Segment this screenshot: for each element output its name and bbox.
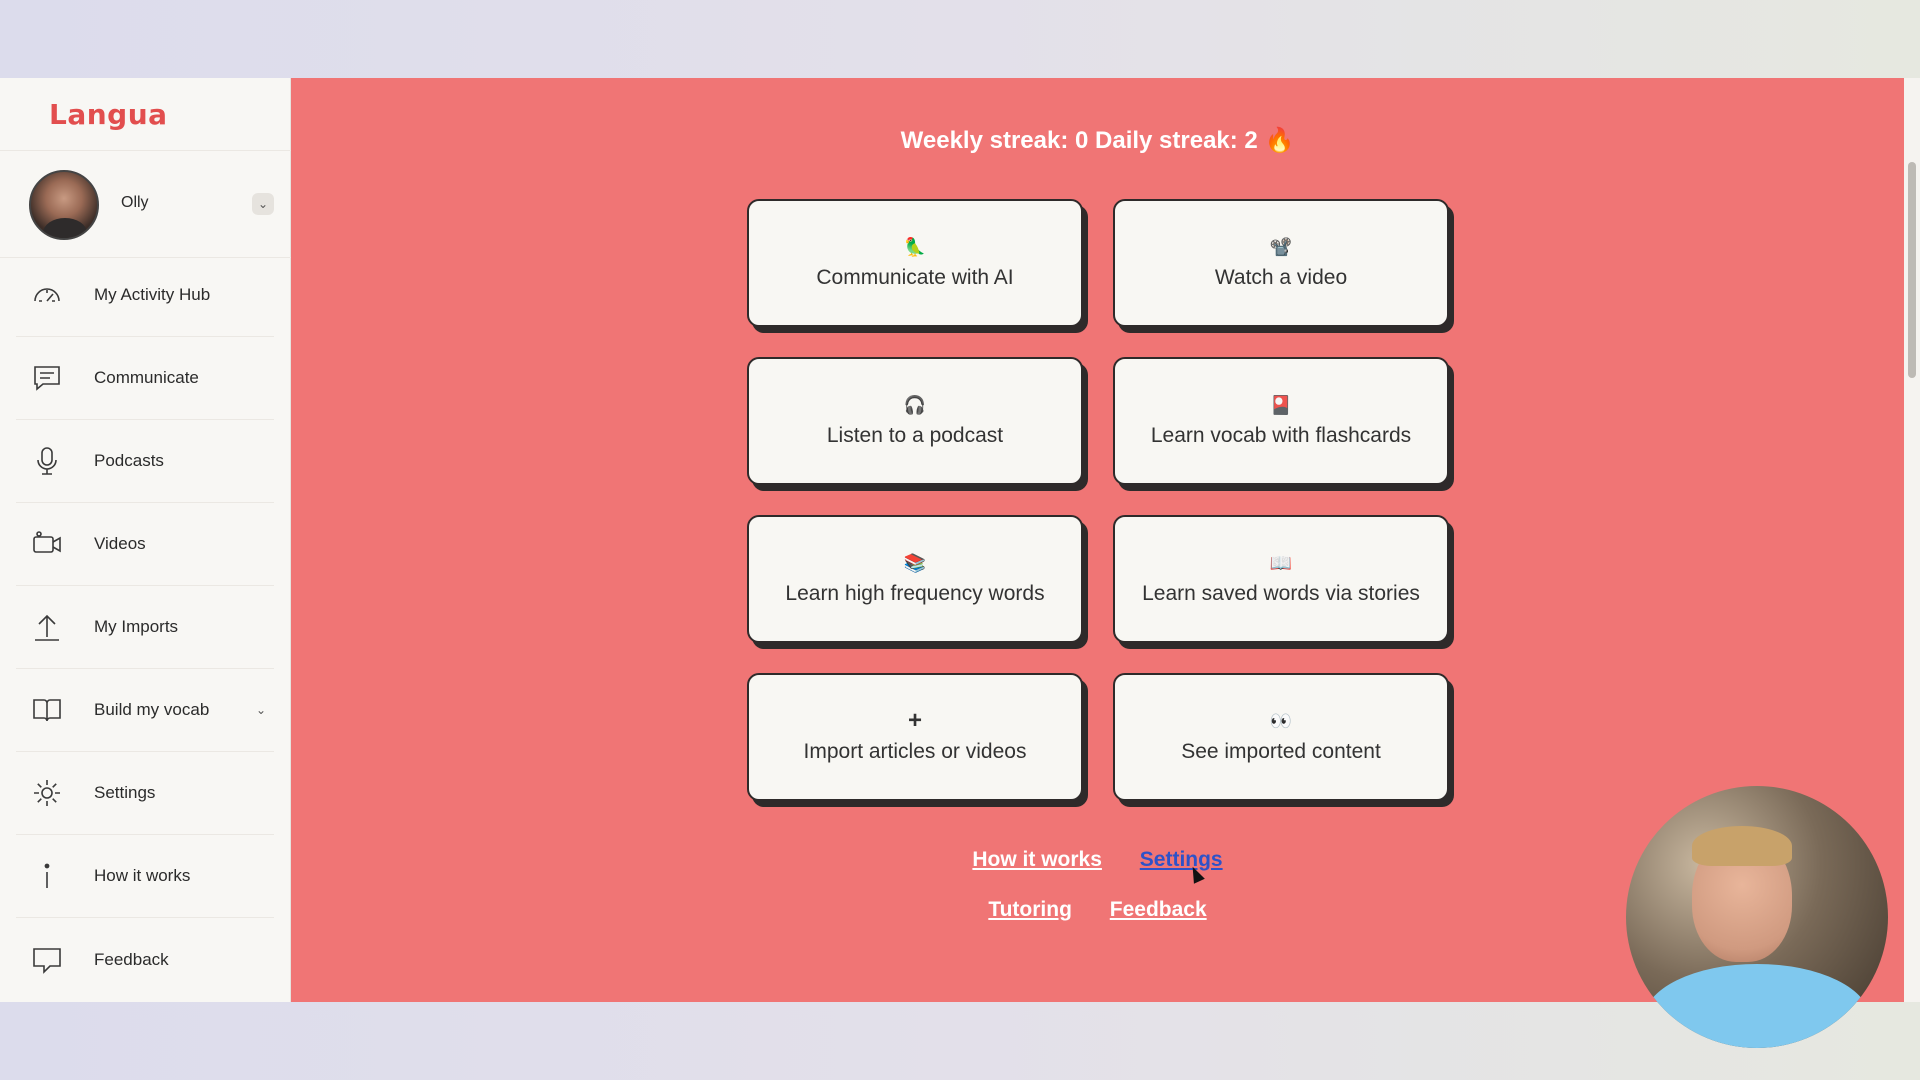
webcam-person-hair (1692, 826, 1792, 866)
saved-words-stories-card[interactable]: 📖 Learn saved words via stories (1113, 515, 1449, 643)
film-projector-icon: 📽️ (1269, 237, 1293, 257)
card-label: See imported content (1181, 740, 1381, 763)
watch-a-video-card[interactable]: 📽️ Watch a video (1113, 199, 1449, 327)
sidebar-item-videos[interactable]: Videos (16, 503, 274, 586)
chat-icon (30, 361, 64, 395)
sidebar-nav: My Activity Hub Communicate Podcasts Vid… (16, 254, 274, 1001)
app-window: Langua Olly ⌄ My Activity Hub Communicat… (0, 78, 1920, 1002)
see-imported-content-card[interactable]: 👀 See imported content (1113, 673, 1449, 801)
card-label: Learn vocab with flashcards (1150, 424, 1412, 447)
feedback-link[interactable]: Feedback (1110, 898, 1207, 921)
tutoring-link[interactable]: Tutoring (988, 898, 1072, 921)
book-icon (30, 693, 64, 727)
card-label: Listen to a podcast (826, 424, 1004, 447)
eyes-icon: 👀 (1269, 711, 1293, 731)
sidebar-item-feedback[interactable]: Feedback (16, 918, 274, 1001)
sidebar-item-how-it-works[interactable]: How it works (16, 835, 274, 918)
info-icon (30, 859, 64, 893)
card-label: Watch a video (1214, 266, 1348, 289)
sidebar-item-communicate[interactable]: Communicate (16, 337, 274, 420)
scrollbar-thumb[interactable] (1908, 162, 1916, 378)
webcam-person-shirt (1644, 964, 1870, 1048)
high-frequency-words-card[interactable]: 📚 Learn high frequency words (747, 515, 1083, 643)
avatar[interactable] (29, 170, 99, 240)
sidebar-item-label: Settings (94, 783, 156, 802)
books-icon: 📚 (903, 553, 927, 573)
chevron-down-icon[interactable]: ⌄ (256, 703, 266, 717)
sidebar-item-label: My Activity Hub (94, 285, 211, 304)
card-label: Import articles or videos (803, 740, 1027, 763)
listen-to-a-podcast-card[interactable]: 🎧 Listen to a podcast (747, 357, 1083, 485)
open-book-icon: 📖 (1269, 553, 1293, 573)
gear-icon (30, 776, 64, 810)
sidebar-item-label: Build my vocab (94, 700, 210, 719)
sidebar-item-build-my-vocab[interactable]: Build my vocab ⌄ (16, 669, 274, 752)
sidebar-item-label: Podcasts (94, 451, 164, 470)
webcam-overlay (1626, 786, 1888, 1048)
plus-icon: + (907, 707, 922, 734)
how-it-works-link[interactable]: How it works (972, 848, 1102, 871)
flashcard-icon: 🎴 (1269, 395, 1293, 415)
sidebar-item-my-imports[interactable]: My Imports (16, 586, 274, 669)
vertical-scrollbar[interactable] (1904, 78, 1920, 1002)
feedback-icon (30, 943, 64, 977)
gauge-icon (30, 278, 64, 312)
video-camera-icon (30, 527, 64, 561)
sidebar-item-label: Feedback (94, 949, 169, 969)
sidebar-item-activity-hub[interactable]: My Activity Hub (16, 254, 274, 337)
upload-icon (30, 610, 64, 644)
microphone-icon (30, 444, 64, 478)
sidebar-item-label: My Imports (94, 617, 179, 636)
flashcards-card[interactable]: 🎴 Learn vocab with flashcards (1113, 357, 1449, 485)
parrot-icon: 🦜 (903, 237, 927, 257)
sidebar-item-label: Communicate (94, 368, 199, 387)
sidebar-item-podcasts[interactable]: Podcasts (16, 420, 274, 503)
streak-banner: Weekly streak: 0 Daily streak: 2 🔥 (900, 127, 1295, 154)
settings-link[interactable]: Settings (1140, 848, 1223, 871)
card-label: Learn high frequency words (785, 582, 1045, 605)
import-content-card[interactable]: + Import articles or videos (747, 673, 1083, 801)
communicate-with-ai-card[interactable]: 🦜 Communicate with AI (747, 199, 1083, 327)
langua-logo[interactable]: Langua (49, 98, 168, 131)
sidebar-item-label: Videos (94, 534, 146, 553)
card-label: Learn saved words via stories (1142, 582, 1420, 605)
chevron-down-icon[interactable]: ⌄ (252, 193, 274, 215)
headphones-icon: 🎧 (903, 395, 927, 415)
sidebar-item-settings[interactable]: Settings (16, 752, 274, 835)
activity-card-grid: 🦜 Communicate with AI 📽️ Watch a video 🎧… (747, 199, 1451, 801)
card-label: Communicate with AI (816, 266, 1014, 289)
sidebar: Langua Olly ⌄ My Activity Hub Communicat… (0, 78, 291, 1002)
sidebar-item-label: How it works (94, 866, 191, 885)
profile-name: Olly (121, 194, 149, 211)
